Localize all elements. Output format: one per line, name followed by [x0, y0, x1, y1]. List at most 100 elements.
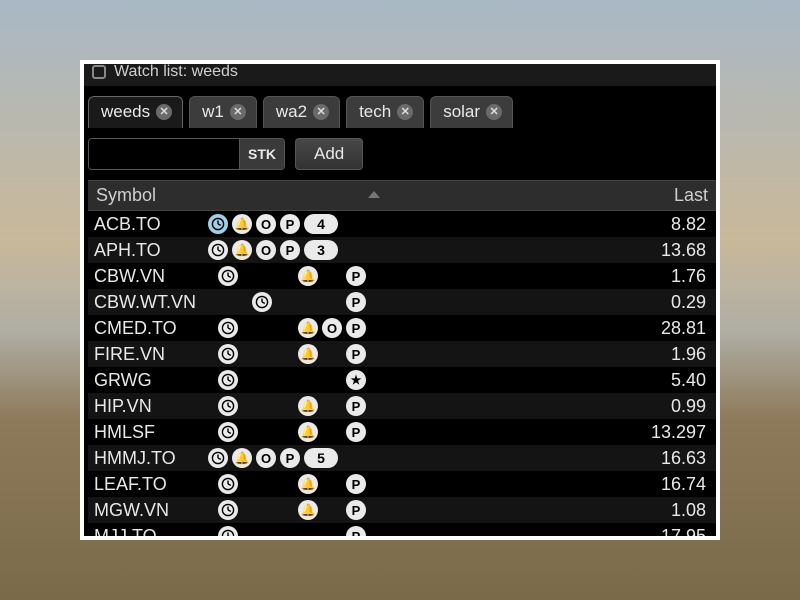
app-frame: Watch list: weeds weeds✕w1✕wa2✕tech✕sola… [80, 60, 720, 540]
indicator-icons: 🔔P [208, 343, 398, 365]
window-control-icon[interactable] [92, 65, 106, 79]
last-price-cell: 13.68 [398, 240, 720, 261]
symbol-input[interactable] [89, 139, 239, 169]
count-badge: 3 [304, 240, 338, 260]
tab-label: wa2 [276, 102, 307, 122]
indicator-icons: 🔔P [208, 421, 398, 443]
column-header-symbol[interactable]: Symbol [88, 181, 398, 210]
indicator-icons: 🔔P [208, 499, 398, 521]
table-row[interactable]: APH.TO🔔OP313.68 [88, 237, 720, 263]
last-price-cell: 0.99 [398, 396, 720, 417]
tab-wa2[interactable]: wa2 ✕ [263, 96, 340, 128]
star-icon: ★ [346, 370, 366, 390]
bell-icon: 🔔 [298, 500, 318, 520]
indicator-icons: 🔔P [208, 473, 398, 495]
symbol-cell: HIP.VN [88, 396, 208, 417]
close-icon[interactable]: ✕ [313, 104, 329, 120]
clock-icon [218, 474, 238, 494]
position-icon: P [346, 526, 366, 540]
table-row[interactable]: HMLSF🔔P13.297 [88, 419, 720, 445]
symbol-input-group: STK [88, 138, 285, 170]
close-icon[interactable]: ✕ [486, 104, 502, 120]
instrument-type-selector[interactable]: STK [239, 139, 284, 169]
clock-icon [218, 526, 238, 540]
symbol-cell: CBW.WT.VN [88, 292, 208, 313]
options-icon: O [322, 318, 342, 338]
close-icon[interactable]: ✕ [156, 104, 172, 120]
last-price-cell: 13.297 [398, 422, 720, 443]
position-icon: P [346, 344, 366, 364]
last-price-cell: 16.63 [398, 448, 720, 469]
sort-ascending-icon [368, 191, 380, 198]
add-button[interactable]: Add [295, 138, 363, 170]
table-body: ACB.TO🔔OP48.82APH.TO🔔OP313.68CBW.VN🔔P1.7… [88, 211, 720, 540]
watchlist-panel: weeds✕ w1 ✕ wa2 ✕ tech ✕ solar ✕ STK Add Symbol … [80, 86, 720, 540]
options-icon: O [256, 214, 276, 234]
last-price-cell: 1.76 [398, 266, 720, 287]
tab-label: tech [359, 102, 391, 122]
clock-icon [252, 292, 272, 312]
bell-icon: 🔔 [298, 344, 318, 364]
position-icon: P [346, 474, 366, 494]
clock-icon [218, 318, 238, 338]
last-price-cell: 5.40 [398, 370, 720, 391]
position-icon: P [346, 422, 366, 442]
bell-icon: 🔔 [298, 422, 318, 442]
tab-w1[interactable]: w1 ✕ [189, 96, 257, 128]
position-icon: P [346, 500, 366, 520]
bell-icon: 🔔 [298, 318, 318, 338]
symbol-cell: MJJ.TO [88, 526, 208, 541]
last-price-cell: 17.95 [398, 526, 720, 541]
table-row[interactable]: CBW.WT.VNP0.29 [88, 289, 720, 315]
table-row[interactable]: ACB.TO🔔OP48.82 [88, 211, 720, 237]
close-icon[interactable]: ✕ [397, 104, 413, 120]
clock-icon [218, 422, 238, 442]
table-row[interactable]: HIP.VN🔔P0.99 [88, 393, 720, 419]
window-titlebar: Watch list: weeds [80, 60, 720, 86]
clock-icon [208, 214, 228, 234]
clock-icon [218, 344, 238, 364]
last-price-cell: 28.81 [398, 318, 720, 339]
indicator-icons: 🔔OP3 [208, 239, 398, 261]
position-icon: P [346, 292, 366, 312]
table-row[interactable]: LEAF.TO🔔P16.74 [88, 471, 720, 497]
indicator-icons: ★ [208, 369, 398, 391]
indicator-icons: P [208, 291, 398, 313]
count-badge: 5 [304, 448, 338, 468]
symbol-cell: GRWG [88, 370, 208, 391]
tab-bar: weeds✕ w1 ✕ wa2 ✕ tech ✕ solar ✕ [88, 96, 720, 128]
symbol-cell: HMLSF [88, 422, 208, 443]
position-icon: P [280, 214, 300, 234]
indicator-icons: 🔔P [208, 395, 398, 417]
table-row[interactable]: FIRE.VN🔔P1.96 [88, 341, 720, 367]
bell-icon: 🔔 [232, 448, 252, 468]
bell-icon: 🔔 [298, 396, 318, 416]
close-icon[interactable]: ✕ [230, 104, 246, 120]
clock-icon [218, 396, 238, 416]
tab-label: solar [443, 102, 480, 122]
indicator-icons: 🔔OP4 [208, 213, 398, 235]
table-row[interactable]: GRWG ★ 5.40 [88, 367, 720, 393]
table-row[interactable]: CBW.VN🔔P1.76 [88, 263, 720, 289]
tab-label: w1 [202, 102, 224, 122]
table-row[interactable]: HMMJ.TO🔔OP516.63 [88, 445, 720, 471]
symbol-cell: HMMJ.TO [88, 448, 208, 469]
last-price-cell: 16.74 [398, 474, 720, 495]
clock-icon [208, 240, 228, 260]
table-row[interactable]: MJJ.TO P 17.95 [88, 523, 720, 540]
indicator-icons: P [208, 525, 398, 540]
clock-icon [208, 448, 228, 468]
watchlist-table: Symbol Last ACB.TO🔔OP48.82APH.TO🔔OP313.6… [88, 180, 720, 540]
last-price-cell: 1.96 [398, 344, 720, 365]
tab-weeds[interactable]: weeds✕ [88, 96, 183, 128]
symbol-cell: APH.TO [88, 240, 208, 261]
tab-solar[interactable]: solar ✕ [430, 96, 513, 128]
table-header: Symbol Last [88, 180, 720, 211]
tab-tech[interactable]: tech ✕ [346, 96, 424, 128]
symbol-cell: LEAF.TO [88, 474, 208, 495]
column-header-symbol-label: Symbol [96, 185, 156, 205]
column-header-last[interactable]: Last [398, 181, 720, 210]
table-row[interactable]: CMED.TO🔔OP28.81 [88, 315, 720, 341]
table-row[interactable]: MGW.VN🔔P1.08 [88, 497, 720, 523]
symbol-cell: FIRE.VN [88, 344, 208, 365]
